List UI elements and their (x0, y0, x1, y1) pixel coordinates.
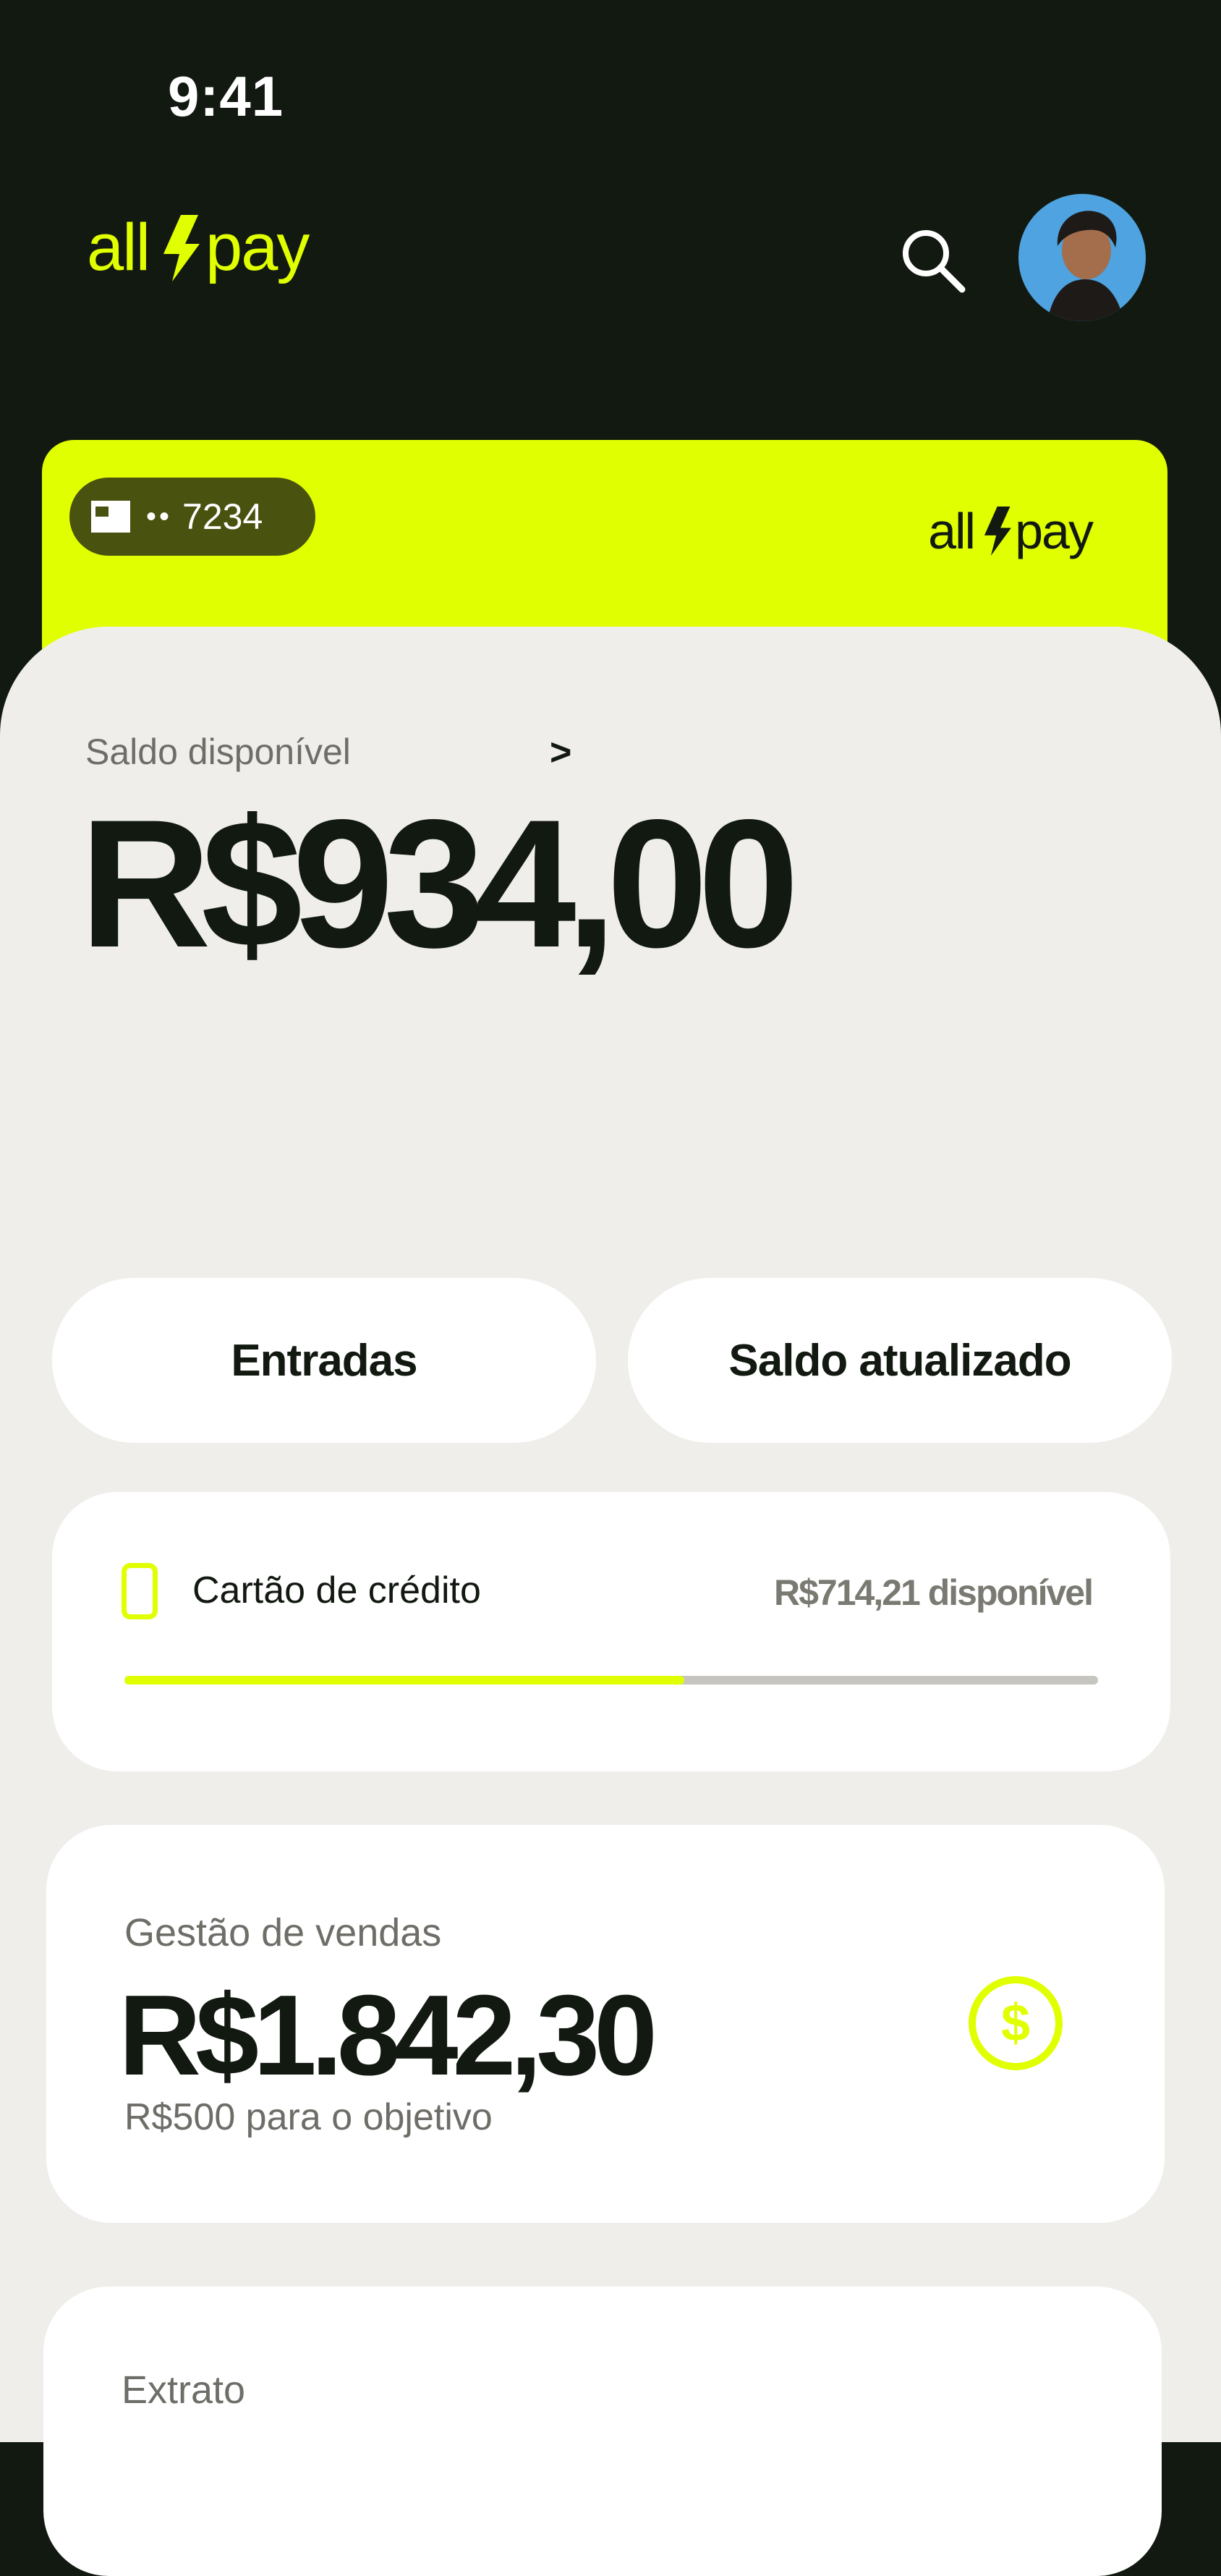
card-last-digits: 7234 (182, 496, 263, 537)
sales-value: R$1.842,30 (119, 1972, 658, 2099)
brand-logo: all pay (87, 210, 310, 286)
credit-card-label: Cartão de crédito (192, 1569, 481, 1611)
person-icon (1018, 194, 1146, 321)
saldo-atualizado-button[interactable]: Saldo atualizado (628, 1278, 1172, 1443)
card-masked-dots: •• (146, 500, 173, 533)
svg-text:$: $ (1001, 1994, 1030, 2052)
statement-label: Extrato (122, 2368, 246, 2412)
dollar-circle-icon: $ (969, 1976, 1063, 2070)
card-brand-right: pay (1015, 503, 1094, 559)
sales-management-widget[interactable]: Gestão de vendas R$1.842,30 R$500 para o… (46, 1825, 1165, 2223)
search-icon (903, 230, 966, 293)
brand-logo-left: all (87, 211, 150, 284)
sales-label: Gestão de vendas (124, 1911, 442, 1954)
balance-value: R$934,00 (80, 782, 799, 986)
content-sheet: Saldo disponível > R$934,00 Entradas Sal… (0, 627, 1221, 2576)
credit-card-widget[interactable]: Cartão de crédito R$714,21 disponível (52, 1492, 1170, 1771)
card-brand-logo: all pay (928, 502, 1094, 560)
balance-chevron-right-icon[interactable]: > (550, 731, 571, 774)
user-avatar[interactable] (1018, 194, 1146, 321)
entradas-button[interactable]: Entradas (52, 1278, 596, 1443)
credit-usage-bar (124, 1676, 1098, 1685)
credit-available-amount: R$714,21 disponível (773, 1572, 1094, 1613)
card-number-chip: •• 7234 (69, 478, 315, 556)
search-button[interactable] (897, 224, 969, 297)
card-brand-left: all (928, 503, 976, 559)
credit-card-icon (122, 1563, 158, 1619)
statement-widget[interactable]: Extrato (43, 2287, 1162, 2576)
sales-goal: R$500 para o objetivo (124, 2096, 493, 2138)
card-icon (91, 501, 130, 533)
status-bar-time: 9:41 (168, 64, 284, 128)
brand-logo-right: pay (205, 211, 310, 284)
bolt-icon (163, 214, 200, 281)
bolt-icon (984, 506, 1012, 556)
balance-label: Saldo disponível (85, 732, 351, 772)
credit-usage-fill (124, 1676, 684, 1685)
